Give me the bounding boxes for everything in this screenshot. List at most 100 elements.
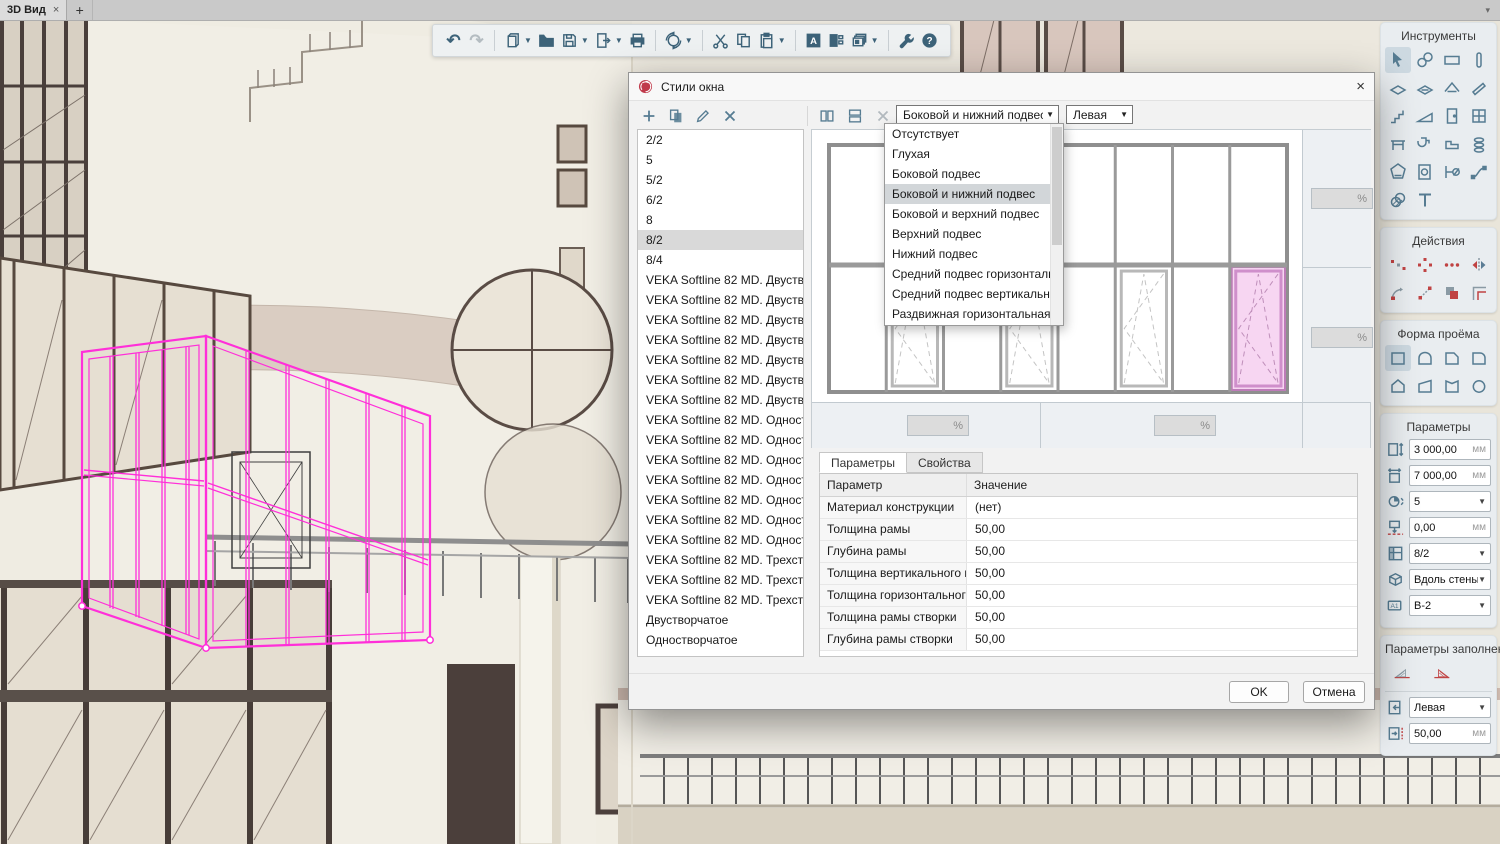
- style-list-item[interactable]: 6/2: [638, 190, 803, 210]
- dropdown-item[interactable]: Отсутствует: [885, 124, 1063, 144]
- style-list-item[interactable]: VEKA Softline 82 MD. Трехстворчат: [638, 570, 803, 590]
- action-move-points[interactable]: [1385, 252, 1411, 278]
- style-list-item[interactable]: VEKA Softline 82 MD. Двустворчато: [638, 330, 803, 350]
- toolbar-object-style-button[interactable]: [825, 28, 848, 53]
- toolbar-layers-dropdown-caret[interactable]: ▼: [871, 36, 879, 45]
- shape-arch-top[interactable]: [1412, 345, 1438, 371]
- elevation-input[interactable]: 0,00мм: [1409, 517, 1491, 538]
- pane-count-select[interactable]: 5▼: [1409, 491, 1491, 512]
- toolbar-print-button[interactable]: [626, 28, 649, 53]
- shape-trapezoid[interactable]: [1439, 373, 1465, 399]
- opening-width-input[interactable]: 7 000,00мм: [1409, 465, 1491, 486]
- dropdown-item[interactable]: Средний подвес вертикальный: [885, 284, 1063, 304]
- tool-stairs[interactable]: [1385, 103, 1411, 129]
- action-mirror[interactable]: [1466, 252, 1492, 278]
- toolbar-redo-button[interactable]: ↷: [465, 28, 488, 53]
- tool-wall[interactable]: [1439, 47, 1465, 73]
- tool-text[interactable]: [1412, 187, 1438, 213]
- table-row[interactable]: Материал конструкции(нет): [820, 497, 1357, 519]
- duplicate-style-button[interactable]: [664, 105, 688, 127]
- toolbar-project-dropdown-caret[interactable]: ▼: [524, 36, 532, 45]
- toolbar-cut-button[interactable]: [709, 28, 732, 53]
- style-list-item[interactable]: Двустворчатое: [638, 610, 803, 630]
- delete-style-button[interactable]: [718, 105, 742, 127]
- dropdown-item[interactable]: Верхний подвес: [885, 224, 1063, 244]
- style-list-item[interactable]: VEKA Softline 82 MD. Трехстворчат: [638, 590, 803, 610]
- style-list-item[interactable]: VEKA Softline 82 MD. Одностворчат: [638, 530, 803, 550]
- dropdown-item[interactable]: Раздвижная горизонтальная: [885, 304, 1063, 324]
- style-list-item[interactable]: VEKA Softline 82 MD. Одностворчат: [638, 410, 803, 430]
- rename-style-button[interactable]: [691, 105, 715, 127]
- tool-roof[interactable]: [1439, 75, 1465, 101]
- tab-list-button[interactable]: ▾: [1485, 5, 1490, 16]
- style-list-item[interactable]: 8/2: [638, 230, 803, 250]
- style-list-item[interactable]: 2/2: [638, 130, 803, 150]
- style-list-item[interactable]: 8/4: [638, 250, 803, 270]
- placement-select[interactable]: Вдоль стены▼: [1409, 569, 1491, 590]
- new-tab-button[interactable]: +: [67, 0, 93, 20]
- tool-furniture[interactable]: [1439, 131, 1465, 157]
- table-row[interactable]: Толщина рамы створки50,00: [820, 607, 1357, 629]
- dropdown-item[interactable]: Боковой и нижний подвес: [885, 184, 1063, 204]
- shape-gable[interactable]: [1385, 373, 1411, 399]
- parameter-value-cell[interactable]: 50,00: [967, 607, 1357, 628]
- table-row[interactable]: Толщина рамы50,00: [820, 519, 1357, 541]
- style-list-item[interactable]: VEKA Softline 82 MD. Двустворчато: [638, 350, 803, 370]
- style-list-item[interactable]: 8: [638, 210, 803, 230]
- tool-ramp[interactable]: [1412, 103, 1438, 129]
- opening-side-select[interactable]: Левая▼: [1409, 697, 1491, 718]
- dropdown-item[interactable]: Боковой и верхний подвес: [885, 204, 1063, 224]
- ok-button[interactable]: OK: [1229, 681, 1289, 703]
- action-move-by-line[interactable]: [1412, 280, 1438, 306]
- mark-select[interactable]: В-2▼: [1409, 595, 1491, 616]
- action-copy-object[interactable]: [1439, 280, 1465, 306]
- tool-dimension[interactable]: [1439, 159, 1465, 185]
- style-list-item[interactable]: 5: [638, 150, 803, 170]
- tool-window[interactable]: [1466, 103, 1492, 129]
- style-list-item[interactable]: VEKA Softline 82 MD. Одностворчат: [638, 510, 803, 530]
- parameter-value-cell[interactable]: 50,00: [967, 629, 1357, 650]
- toolbar-wrench-button[interactable]: [895, 28, 918, 53]
- parameter-value-cell[interactable]: 50,00: [967, 585, 1357, 606]
- tool-floor[interactable]: [1385, 75, 1411, 101]
- table-row[interactable]: Толщина горизонтального импоста50,00: [820, 585, 1357, 607]
- tool-equipment[interactable]: [1466, 131, 1492, 157]
- opening-height-input[interactable]: 3 000,00мм: [1409, 439, 1491, 460]
- style-list-item[interactable]: VEKA Softline 82 MD. Трехстворчат: [638, 550, 803, 570]
- style-list-item[interactable]: 5/2: [638, 170, 803, 190]
- tool-axes[interactable]: [1412, 47, 1438, 73]
- tool-door[interactable]: [1439, 103, 1465, 129]
- style-list-item[interactable]: VEKA Softline 82 MD. Одностворчат: [638, 470, 803, 490]
- shape-sloped-top[interactable]: [1412, 373, 1438, 399]
- split-vertical-button[interactable]: [815, 105, 839, 127]
- table-row[interactable]: Глубина рамы50,00: [820, 541, 1357, 563]
- toolbar-paste-button[interactable]: [755, 28, 778, 53]
- window-style-select[interactable]: 8/2▼: [1409, 543, 1491, 564]
- shape-chamfer-top[interactable]: [1439, 345, 1465, 371]
- style-list-item[interactable]: VEKA Softline 82 MD. Двустворчато: [638, 290, 803, 310]
- action-offset[interactable]: [1466, 280, 1492, 306]
- dialog-title-bar[interactable]: Стили окна ×: [629, 73, 1374, 101]
- table-row[interactable]: Толщина вертикального импоста50,00: [820, 563, 1357, 585]
- parameter-value-cell[interactable]: 50,00: [967, 519, 1357, 540]
- row-height-percent-field[interactable]: %: [1311, 188, 1373, 209]
- row-height-percent-field[interactable]: %: [1311, 327, 1373, 348]
- split-horizontal-button[interactable]: [843, 105, 867, 127]
- tool-select[interactable]: [1385, 47, 1411, 73]
- toolbar-text-style-button[interactable]: A: [802, 28, 825, 53]
- style-list-item[interactable]: VEKA Softline 82 MD. Двустворчато: [638, 390, 803, 410]
- action-more-actions[interactable]: [1439, 252, 1465, 278]
- dropdown-item[interactable]: Глухая: [885, 144, 1063, 164]
- tool-spline[interactable]: [1466, 159, 1492, 185]
- toolbar-orbit-dropdown-caret[interactable]: ▼: [685, 36, 693, 45]
- toolbar-orbit-button[interactable]: [662, 28, 685, 53]
- tool-column[interactable]: [1466, 47, 1492, 73]
- parameter-value-cell[interactable]: 50,00: [967, 563, 1357, 584]
- table-row[interactable]: Глубина рамы створки50,00: [820, 629, 1357, 651]
- swing-right-icon[interactable]: [1426, 662, 1456, 684]
- column-width-percent-field[interactable]: %: [907, 415, 969, 436]
- style-list-item[interactable]: VEKA Softline 82 MD. Двустворчато: [638, 370, 803, 390]
- toolbar-save-button[interactable]: [558, 28, 581, 53]
- window-style-list[interactable]: 2/255/26/288/28/4 VEKA Softline 82 MD. Дв…: [637, 129, 804, 657]
- tab-3d-view[interactable]: 3D Вид ×: [0, 0, 67, 20]
